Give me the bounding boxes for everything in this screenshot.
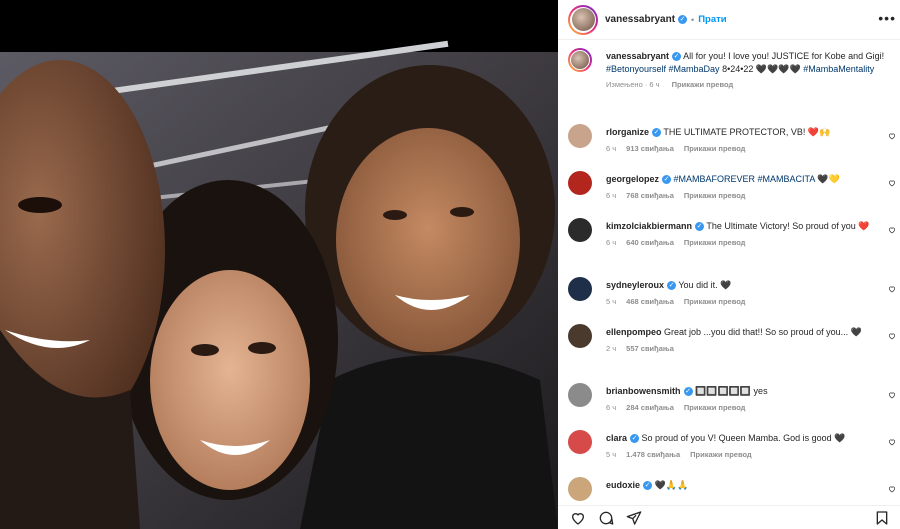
heart-icon[interactable]: [888, 332, 896, 340]
commenter-avatar[interactable]: [568, 477, 592, 501]
commenter-username[interactable]: rlorganize: [606, 127, 649, 137]
comment-text: Great job ...you did that!! So so proud …: [664, 327, 862, 337]
commenter-avatar[interactable]: [568, 383, 592, 407]
separator-dot: •: [691, 14, 695, 25]
follow-button[interactable]: Прати: [698, 14, 726, 25]
comment-time: 6 ч: [606, 238, 617, 247]
comment-time: 2 ч: [606, 344, 617, 353]
comment-time: 5 ч: [606, 450, 617, 459]
comment-text: So proud of you V! Queen Mamba. God is g…: [641, 433, 846, 443]
commenter-username[interactable]: brianbowensmith: [606, 386, 681, 396]
commenter-username[interactable]: georgelopez: [606, 174, 659, 184]
commenter-avatar[interactable]: [568, 430, 592, 454]
instagram-post-view: vanessabryant ✓ • Прати ••• vanessabryan…: [0, 0, 900, 529]
commenter-username[interactable]: ellenpompeo: [606, 327, 662, 337]
comment-likes[interactable]: 284 свиђања: [626, 403, 674, 412]
verified-badge-icon: ✓: [695, 222, 705, 232]
comment-translate-link[interactable]: Прикажи превод: [684, 403, 746, 412]
heart-icon[interactable]: [888, 485, 896, 493]
comment-likes[interactable]: 640 свиђања: [626, 238, 674, 247]
author-username[interactable]: vanessabryant: [605, 14, 675, 25]
comment-text: The Ultimate Victory! So proud of you ❤️: [706, 221, 870, 231]
verified-badge-icon: ✓: [662, 175, 672, 185]
comment-text: 🔲🔲🔲🔲🔲 yes: [695, 386, 768, 396]
comment-text: #MAMBAFOREVER #MAMBACITA 🖤💛: [673, 174, 840, 184]
commenter-avatar[interactable]: [568, 324, 592, 348]
caption-hashtags[interactable]: #Betonyourself #MambaDay: [606, 64, 720, 74]
comment-likes[interactable]: 1.478 свиђања: [626, 450, 680, 459]
comment-time: 6 ч: [606, 191, 617, 200]
caption-hashtag-2[interactable]: #MambaMentality: [803, 64, 874, 74]
commenter-avatar[interactable]: [568, 171, 592, 195]
more-horizontal-icon[interactable]: •••: [878, 10, 896, 26]
verified-badge-icon: ✓: [667, 281, 677, 291]
comment-translate-link[interactable]: Прикажи превод: [684, 191, 746, 200]
post-actions-bar: [558, 505, 900, 529]
caption-text-2: 8•24•22 🖤🖤🖤🖤: [719, 64, 801, 74]
post-side-panel: vanessabryant ✓ • Прати ••• vanessabryan…: [558, 0, 900, 529]
comment-likes[interactable]: 913 свиђања: [626, 144, 674, 153]
comment-likes[interactable]: 768 свиђања: [626, 191, 674, 200]
comment-translate-link[interactable]: Прикажи превод: [684, 238, 746, 247]
verified-badge-icon: ✓: [643, 481, 653, 491]
comment-text: THE ULTIMATE PROTECTOR, VB! ❤️🙌: [663, 127, 831, 137]
commenter-avatar[interactable]: [568, 124, 592, 148]
send-icon[interactable]: [626, 510, 642, 526]
author-avatar[interactable]: [568, 4, 598, 35]
comment-icon[interactable]: [598, 510, 614, 526]
commenter-username[interactable]: sydneyleroux: [606, 280, 664, 290]
verified-badge-icon: ✓: [683, 387, 693, 397]
post-header: vanessabryant ✓ • Прати •••: [558, 0, 900, 40]
comment-time: 6 ч: [606, 403, 617, 412]
comment-translate-link[interactable]: Прикажи превод: [690, 450, 752, 459]
caption-translate-link[interactable]: Прикажи превод: [672, 80, 734, 89]
comment-translate-link[interactable]: Прикажи превод: [684, 297, 746, 306]
comment-likes[interactable]: 468 свиђања: [626, 297, 674, 306]
heart-icon[interactable]: [888, 285, 896, 293]
heart-icon[interactable]: [888, 179, 896, 187]
comment-time: 6 ч: [606, 144, 617, 153]
caption-edited: Измењено · 6 ч: [606, 80, 660, 89]
heart-icon[interactable]: [888, 226, 896, 234]
heart-icon[interactable]: [888, 132, 896, 140]
commenter-avatar[interactable]: [568, 277, 592, 301]
post-photo[interactable]: [0, 0, 558, 529]
heart-icon[interactable]: [888, 391, 896, 399]
verified-badge-icon: ✓: [678, 15, 688, 24]
comment-translate-link[interactable]: Прикажи превод: [684, 144, 746, 153]
comment-text: You did it. 🖤: [678, 280, 732, 290]
verified-badge-icon: ✓: [672, 52, 682, 62]
comment-likes[interactable]: 557 свиђања: [626, 344, 674, 353]
heart-icon[interactable]: [888, 438, 896, 446]
commenter-username[interactable]: eudoxie: [606, 480, 640, 490]
comment-text: 🖤🙏🙏: [654, 480, 689, 490]
verified-badge-icon: ✓: [630, 434, 640, 444]
commenter-username[interactable]: kimzolciakbiermann: [606, 221, 692, 231]
heart-icon[interactable]: [570, 510, 586, 526]
caption-avatar[interactable]: [568, 48, 592, 72]
bookmark-icon[interactable]: [874, 510, 890, 526]
comments-list[interactable]: vanessabryant ✓ All for you! I love you! …: [558, 44, 900, 505]
commenter-avatar[interactable]: [568, 218, 592, 242]
caption-text: All for you! I love you! JUSTICE for Kob…: [683, 51, 885, 61]
comment-time: 5 ч: [606, 297, 617, 306]
verified-badge-icon: ✓: [652, 128, 662, 138]
selfie-photo-illustration: [0, 40, 558, 529]
commenter-username[interactable]: clara: [606, 433, 627, 443]
caption-username[interactable]: vanessabryant: [606, 51, 669, 61]
